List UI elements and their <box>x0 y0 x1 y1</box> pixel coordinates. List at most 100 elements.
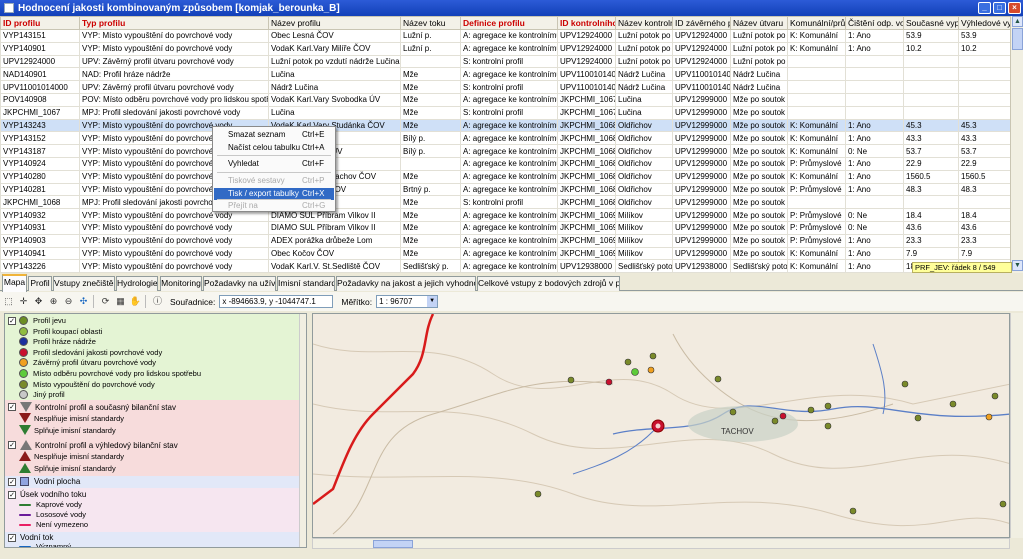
table-cell[interactable]: 43.3 <box>903 131 959 146</box>
table-cell[interactable]: Mže <box>400 118 461 133</box>
table-cell[interactable]: UPV12999000 <box>672 246 731 261</box>
table-cell[interactable]: JKPCHMI_1068 <box>557 118 616 133</box>
table-cell[interactable]: Bílý p. <box>400 144 461 158</box>
table-cell[interactable]: VodaK Karl.V. St.Sedliště ČOV <box>268 259 401 273</box>
layer-checkbox[interactable]: ✓ <box>8 441 16 449</box>
table-cell[interactable]: Lužní potok po v <box>730 54 788 69</box>
table-cell[interactable]: 1: Ano <box>845 169 904 184</box>
table-cell[interactable]: 7.9 <box>903 246 959 261</box>
table-cell[interactable]: 0: Ne <box>845 144 904 158</box>
table-cell[interactable]: 18.4 <box>903 208 959 222</box>
table-row[interactable]: VYP143187 VYP: Místo vypouštění do povrch… <box>0 144 1010 158</box>
table-cell[interactable]: 10.2 <box>903 41 959 56</box>
map-horizontal-scrollbar[interactable] <box>312 538 1010 549</box>
table-cell[interactable] <box>958 92 1010 107</box>
table-cell[interactable]: Mže <box>400 208 461 222</box>
legend-scrollbar[interactable] <box>299 314 306 547</box>
table-row[interactable]: VYP143226 VYP: Místo vypouštění do povrch… <box>0 259 1010 273</box>
table-row[interactable]: VYP143152 VYP: Místo vypouštění do povrch… <box>0 131 1010 146</box>
table-cell[interactable]: Mže <box>400 67 461 82</box>
table-cell[interactable]: Nádrž Lučina <box>730 67 788 82</box>
table-cell[interactable]: VYP140932 <box>0 208 80 222</box>
table-cell[interactable]: VYP143152 <box>0 131 80 146</box>
table-cell[interactable]: VYP: Místo vypouštění do povrchové vody <box>79 233 269 248</box>
table-cell[interactable]: K: Komunální <box>787 144 846 158</box>
table-cell[interactable] <box>845 92 904 107</box>
table-cell[interactable]: Mže po soutok s <box>730 246 788 261</box>
layer-checkbox[interactable]: ✓ <box>8 317 16 325</box>
table-cell[interactable]: Nádrž Lučina <box>615 67 673 82</box>
table-cell[interactable]: P: Průmyslové <box>787 156 846 171</box>
column-header[interactable]: Typ profilu <box>79 16 269 30</box>
table-cell[interactable]: 1: Ano <box>845 41 904 56</box>
table-cell[interactable]: VYP: Místo vypouštění do povrchové vody <box>79 246 269 261</box>
table-cell[interactable]: K: Komunální <box>787 118 846 133</box>
table-cell[interactable]: 53.7 <box>903 144 959 158</box>
table-cell[interactable]: UPV: Závěrný profil útvaru povrchové vod… <box>79 80 269 94</box>
info-pointer-icon[interactable]: ⓘ <box>151 295 164 308</box>
table-cell[interactable]: VYP143151 <box>0 29 80 43</box>
table-cell[interactable]: UPV11001014000 <box>672 67 731 82</box>
table-cell[interactable]: Mže po soutok s <box>730 169 788 184</box>
table-cell[interactable]: UPV12999000 <box>672 169 731 184</box>
tab-6[interactable]: Imisní standardy <box>277 276 335 291</box>
table-cell[interactable]: 23.3 <box>903 233 959 248</box>
table-cell[interactable]: 22.9 <box>958 156 1010 171</box>
map-canvas[interactable]: TACHOV <box>312 313 1010 538</box>
table-cell[interactable] <box>958 80 1010 94</box>
table-cell[interactable]: 18.4 <box>958 208 1010 222</box>
table-cell[interactable]: 45.3 <box>958 118 1010 133</box>
table-cell[interactable]: 1: Ano <box>845 246 904 261</box>
table-cell[interactable]: UPV12924000 <box>672 41 731 56</box>
table-cell[interactable] <box>845 80 904 94</box>
select-box-icon[interactable]: ⬚ <box>2 295 15 308</box>
table-cell[interactable]: VYP140280 <box>0 169 80 184</box>
table-cell[interactable] <box>903 195 959 210</box>
table-row[interactable]: UPV11001014000 UPV: Závěrný profil útvaru… <box>0 80 1010 94</box>
table-cell[interactable]: UPV12999000 <box>672 105 731 120</box>
table-cell[interactable]: Lužní potok po v <box>615 54 673 69</box>
table-cell[interactable]: A: agregace ke kontrolnímu p <box>460 92 558 107</box>
table-cell[interactable] <box>845 67 904 82</box>
table-cell[interactable]: NAD: Profil hráze nádrže <box>79 67 269 82</box>
context-menu-item[interactable]: Tiskové sestavy Ctrl+P <box>214 175 334 187</box>
data-grid[interactable]: ID profilu Typ profilu Název profilu Název … <box>0 16 1010 273</box>
table-cell[interactable]: VYP140941 <box>0 246 80 261</box>
table-cell[interactable]: 45.3 <box>903 118 959 133</box>
layer-checkbox[interactable]: ✓ <box>8 490 16 499</box>
table-cell[interactable]: VodaK Karl.Vary Milíře ČOV <box>268 41 401 56</box>
table-cell[interactable]: 0: Ne <box>845 220 904 235</box>
column-header[interactable]: Název kontrolního <box>615 16 673 30</box>
table-cell[interactable]: 1: Ano <box>845 182 904 197</box>
table-cell[interactable]: A: agregace ke kontrolnímu p <box>460 246 558 261</box>
table-cell[interactable]: UPV12999000 <box>672 131 731 146</box>
table-cell[interactable]: P: Průmyslové <box>787 233 846 248</box>
table-cell[interactable]: ADEX porážka drůbeže Lom <box>268 233 401 248</box>
table-cell[interactable]: Lužní potok po v <box>615 41 673 56</box>
scroll-thumb[interactable] <box>1012 28 1023 50</box>
table-cell[interactable]: Lučina <box>615 92 673 107</box>
table-cell[interactable]: UPV12924000 <box>557 29 616 43</box>
table-cell[interactable]: Lužní potok po vzdutí nádrže Lučina <box>268 54 401 69</box>
table-cell[interactable]: P: Průmyslové <box>787 182 846 197</box>
table-cell[interactable]: K: Komunální <box>787 169 846 184</box>
table-cell[interactable]: P: Průmyslové <box>787 220 846 235</box>
legend-group-header[interactable]: ✓ Vodní plocha <box>8 477 80 486</box>
table-cell[interactable]: 0: Ne <box>845 208 904 222</box>
table-cell[interactable]: 43.6 <box>958 220 1010 235</box>
table-cell[interactable]: 53.7 <box>958 144 1010 158</box>
table-row[interactable]: POV140908 POV: Místo odběru povrchové vod… <box>0 92 1010 107</box>
table-cell[interactable]: Mže <box>400 80 461 94</box>
table-cell[interactable]: VYP: Místo vypouštění do povrchové vody <box>79 220 269 235</box>
table-cell[interactable]: VYP140931 <box>0 220 80 235</box>
table-cell[interactable] <box>958 195 1010 210</box>
column-header[interactable]: ID profilu <box>0 16 80 30</box>
table-cell[interactable] <box>787 67 846 82</box>
table-cell[interactable]: UPV12999000 <box>672 92 731 107</box>
table-cell[interactable]: JKPCHMI_1068 <box>557 144 616 158</box>
coordinates-field[interactable]: x -894663.9, y -1044747.1 <box>219 295 334 308</box>
map-marker[interactable] <box>824 402 832 410</box>
table-cell[interactable]: Mže po soutok s <box>730 92 788 107</box>
table-cell[interactable]: Mže <box>400 105 461 120</box>
table-cell[interactable] <box>845 54 904 69</box>
